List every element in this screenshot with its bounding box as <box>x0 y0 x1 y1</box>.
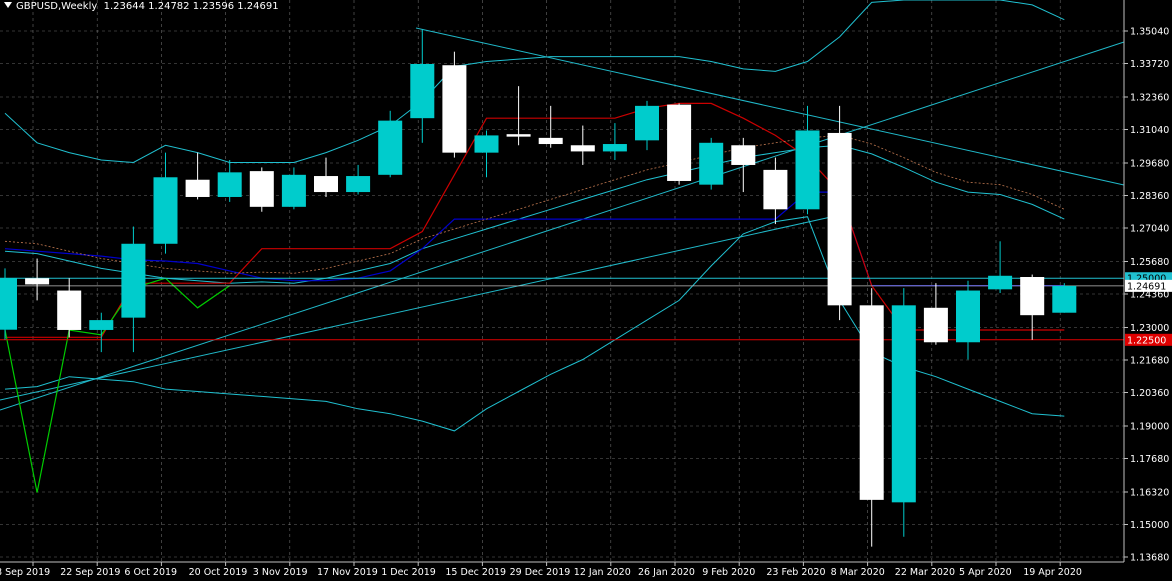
price-tick-label: 1.15000 <box>1130 520 1169 531</box>
candle-body <box>763 169 788 210</box>
price-tick-label: 1.20360 <box>1130 388 1169 399</box>
candle-body <box>474 135 499 153</box>
candle-body <box>89 320 114 330</box>
candle-body <box>314 176 338 193</box>
price-tick-label: 1.16320 <box>1130 487 1169 498</box>
candle-body <box>281 174 306 207</box>
candle-body <box>249 171 274 207</box>
price-tick-label: 1.33720 <box>1130 59 1169 70</box>
price-tick-label: 1.28360 <box>1130 191 1169 202</box>
candle-body <box>923 307 948 343</box>
time-tick-label: 8 Sep 2019 <box>0 567 50 578</box>
time-tick-label: 8 Mar 2020 <box>831 567 885 578</box>
candle-body <box>506 134 531 137</box>
chart-ohlc: 1.23644 1.24782 1.23596 1.24691 <box>103 1 279 12</box>
time-tick-label: 12 Jan 2020 <box>574 567 631 578</box>
candle-body <box>891 305 916 503</box>
price-tick-label: 1.21680 <box>1130 355 1169 366</box>
candle-body <box>410 63 435 119</box>
time-tick-label: 26 Jan 2020 <box>638 567 695 578</box>
time-tick-label: 3 Nov 2019 <box>253 567 308 578</box>
candle-body <box>538 137 563 145</box>
price-tick-label: 1.23000 <box>1130 323 1169 334</box>
candle-body <box>217 172 242 197</box>
time-tick-label: 15 Dec 2019 <box>445 567 506 578</box>
candle-body <box>25 278 50 285</box>
time-tick-label: 1 Dec 2019 <box>381 567 436 578</box>
candle-body <box>153 177 178 244</box>
price-tick-label: 1.27040 <box>1130 224 1169 235</box>
candle-body <box>121 243 146 318</box>
time-tick-label: 9 Feb 2020 <box>702 567 755 578</box>
current-price-marker: 1.24691 <box>1127 281 1166 292</box>
price-tick-label: 1.31040 <box>1130 125 1169 136</box>
time-tick-label: 17 Nov 2019 <box>317 567 378 578</box>
candle-body <box>731 145 756 165</box>
candle-body <box>667 104 692 181</box>
price-tick-label: 1.25680 <box>1130 257 1169 268</box>
candle-body <box>0 278 17 330</box>
candle-body <box>185 179 210 197</box>
time-tick-label: 20 Oct 2019 <box>189 567 248 578</box>
time-tick-label: 29 Dec 2019 <box>510 567 571 578</box>
bollinger-upper-line <box>4 0 1065 164</box>
candle-body <box>795 130 820 210</box>
chart-title: GBPUSD,Weekly 1.23644 1.24782 1.23596 1.… <box>4 1 279 12</box>
time-tick-label: 22 Mar 2020 <box>895 567 955 578</box>
candle-body <box>1020 277 1045 316</box>
candle-body <box>57 290 82 330</box>
candle-body <box>442 65 467 153</box>
candle-body <box>699 142 724 185</box>
time-tick-label: 19 Apr 2020 <box>1023 567 1082 578</box>
red-level-marker: 1.22500 <box>1127 335 1166 346</box>
candle-body <box>988 275 1013 290</box>
candle-body <box>956 290 980 343</box>
price-tick-label: 1.32360 <box>1130 92 1169 103</box>
time-tick-label: 6 Oct 2019 <box>124 567 177 578</box>
price-tick-label: 1.29680 <box>1130 158 1169 169</box>
time-tick-label: 5 Apr 2020 <box>959 567 1012 578</box>
candle-body <box>827 132 852 306</box>
candle-body <box>346 176 371 193</box>
candle-body <box>378 120 403 175</box>
price-tick-label: 1.35040 <box>1130 27 1169 38</box>
chart-menu-triangle-icon[interactable] <box>4 2 12 8</box>
price-tick-label: 1.13680 <box>1130 553 1169 564</box>
candle-body <box>570 145 595 152</box>
time-tick-label: 22 Sep 2019 <box>60 567 120 578</box>
candle-body <box>859 305 884 500</box>
time-tick-label: 23 Feb 2020 <box>766 567 825 578</box>
price-tick-label: 1.17680 <box>1130 454 1169 465</box>
candle-body <box>1052 285 1077 313</box>
candle-body <box>602 144 627 152</box>
chart-window[interactable]: GBPUSD,Weekly 1.23644 1.24782 1.23596 1.… <box>0 0 1172 581</box>
candle-body <box>635 105 659 141</box>
chart-symbol: GBPUSD,Weekly <box>16 1 98 12</box>
trendline-resistance <box>415 27 1125 186</box>
price-tick-label: 1.19000 <box>1130 421 1169 432</box>
price-chart[interactable]: 1.35040 1.33720 1.32360 1.31040 1.29680 1.283… <box>0 0 1172 581</box>
